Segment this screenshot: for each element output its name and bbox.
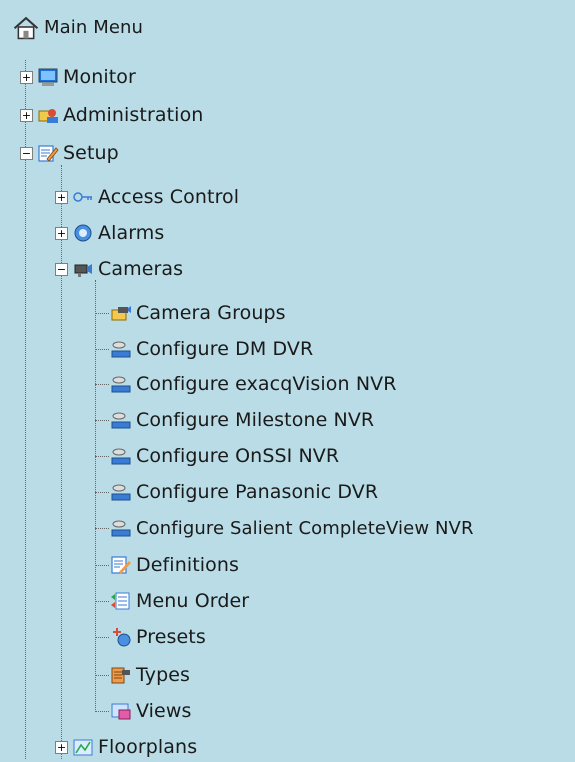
tree-item-label: Configure Milestone NVR [136, 409, 375, 431]
alarm-icon [74, 224, 92, 242]
main-menu-header[interactable]: Main Menu [12, 12, 143, 42]
tree-item-label: Views [136, 700, 192, 722]
tree-item-camera-groups[interactable]: Camera Groups [110, 298, 286, 328]
tree-item-label: Camera Groups [136, 302, 286, 324]
camera-groups-icon [111, 306, 131, 321]
collapse-toggle[interactable]: − [20, 146, 33, 160]
tree-line [95, 384, 109, 385]
tree-item-types[interactable]: Types [110, 660, 190, 690]
tree-item-configure-salient-nvr[interactable]: Configure Salient CompleteView NVR [110, 513, 474, 543]
expand-toggle[interactable]: + [20, 108, 33, 122]
tree-item-label: Monitor [63, 66, 136, 88]
home-icon [13, 16, 39, 40]
tree-item-label: Configure Panasonic DVR [136, 481, 379, 503]
floorplans-icon [73, 739, 93, 756]
expand-toggle[interactable]: + [55, 740, 68, 754]
dvr-icon [111, 376, 131, 393]
setup-icon [38, 145, 59, 162]
key-icon [73, 192, 92, 202]
dvr-icon [111, 520, 131, 537]
tree-line [95, 456, 109, 457]
camera-icon [74, 264, 92, 277]
dvr-icon [111, 448, 131, 465]
tree-line [95, 492, 109, 493]
types-icon [111, 667, 130, 684]
tree-item-label: Definitions [136, 554, 240, 576]
tree-item-alarms[interactable]: + Alarms [55, 218, 164, 248]
tree-line [95, 711, 109, 712]
tree-item-floorplans[interactable]: + Floorplans [55, 732, 197, 762]
tree-line [95, 349, 109, 350]
tree-line [95, 313, 109, 314]
expand-toggle[interactable]: + [20, 70, 33, 84]
tree-item-label: Cameras [98, 258, 184, 280]
presets-icon [113, 628, 131, 647]
tree-item-setup[interactable]: − Setup [20, 138, 119, 168]
tree-item-administration[interactable]: + Administration [20, 100, 203, 130]
collapse-toggle[interactable]: − [55, 262, 68, 276]
tree-item-label: Configure OnSSI NVR [136, 445, 340, 467]
tree-item-label: Menu Order [136, 590, 250, 612]
definitions-icon [111, 556, 131, 574]
expand-toggle[interactable]: + [55, 226, 68, 240]
tree-line [95, 420, 109, 421]
main-menu-label: Main Menu [44, 16, 144, 38]
menu-order-icon [111, 592, 130, 610]
tree-item-configure-exacqvision-nvr[interactable]: Configure exacqVision NVR [110, 369, 397, 399]
tree-item-configure-dm-dvr[interactable]: Configure DM DVR [110, 334, 313, 364]
tree-line [95, 675, 109, 676]
views-icon [111, 703, 131, 720]
tree-item-label: Setup [63, 142, 119, 164]
tree-item-configure-panasonic-dvr[interactable]: Configure Panasonic DVR [110, 477, 378, 507]
tree-item-monitor[interactable]: + Monitor [20, 62, 136, 92]
tree-item-configure-onssi-nvr[interactable]: Configure OnSSI NVR [110, 441, 339, 471]
tree-item-label: Administration [63, 104, 204, 126]
tree-item-views[interactable]: Views [110, 696, 192, 726]
tree-item-cameras[interactable]: − Cameras [55, 254, 183, 284]
tree-line [95, 637, 109, 638]
tree-item-presets[interactable]: Presets [110, 622, 206, 652]
tree-item-label: Floorplans [98, 736, 198, 758]
tree-line [95, 601, 109, 602]
tree-line [95, 528, 109, 529]
tree-item-label: Configure DM DVR [136, 338, 314, 360]
tree-line [95, 565, 109, 566]
tree-item-label: Alarms [98, 222, 165, 244]
tree-item-definitions[interactable]: Definitions [110, 550, 239, 580]
tree-item-label: Presets [136, 626, 206, 648]
expand-toggle[interactable]: + [55, 190, 68, 204]
tree-line [95, 280, 96, 712]
tree-item-access-control[interactable]: + Access Control [55, 182, 239, 212]
tree-item-label: Types [136, 664, 191, 686]
dvr-icon [111, 484, 131, 501]
tree-item-label: Access Control [98, 186, 240, 208]
tree-item-label: Configure Salient CompleteView NVR [136, 517, 474, 539]
monitor-icon [38, 68, 58, 86]
tree-item-configure-milestone-nvr[interactable]: Configure Milestone NVR [110, 405, 374, 435]
dvr-icon [111, 341, 131, 358]
tree-item-label: Configure exacqVision NVR [136, 373, 397, 395]
users-icon [38, 109, 58, 123]
tree-item-menu-order[interactable]: Menu Order [110, 586, 249, 616]
dvr-icon [111, 412, 131, 429]
